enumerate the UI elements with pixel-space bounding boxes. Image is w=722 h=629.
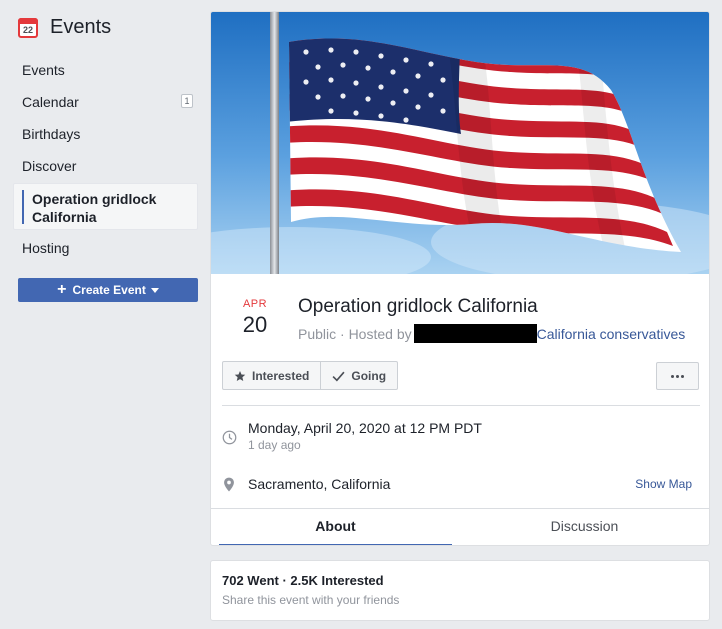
checkmark-icon [332,371,345,382]
divider [222,405,700,406]
event-host-line: Public · Hosted by California conservati… [298,324,685,343]
event-relative-time: 1 day ago [248,438,301,452]
share-prompt: Share this event with your friends [222,593,400,607]
tab-about[interactable]: About [219,509,452,545]
plus-icon: + [57,281,67,298]
tab-discussion[interactable]: Discussion [468,509,701,545]
event-cover-photo[interactable] [211,12,709,274]
calendar-icon: 22 [18,17,38,38]
sidebar-item-calendar[interactable]: Calendar [22,94,79,110]
american-flag-icon [211,12,709,274]
show-map-link[interactable]: Show Map [635,477,692,491]
event-tabs: About Discussion [211,508,709,545]
events-sidebar: 22 Events Events Calendar 1 Birthdays Di… [0,0,206,629]
rsvp-button-group: Interested Going [222,361,399,390]
attendance-summary[interactable]: 702 Went · 2.5K Interested [222,573,384,588]
sidebar-item-current-event-label: Operation gridlock California [32,191,157,225]
event-card: APR 20 Operation gridlock California Pub… [210,11,710,546]
sidebar-header: 22 Events [18,16,111,39]
star-icon [234,370,246,381]
host-link[interactable]: California conservatives [537,326,686,342]
event-location[interactable]: Sacramento, California [248,476,390,492]
event-datetime: Monday, April 20, 2020 at 12 PM PDT [248,420,482,436]
sidebar-item-events[interactable]: Events [22,62,65,78]
more-options-button[interactable] [656,362,699,390]
caret-down-icon [150,287,159,293]
more-dots-icon [671,374,684,378]
calendar-count-badge: 1 [181,94,193,108]
event-day: 20 [242,312,268,337]
event-visibility: Public · Hosted by [298,325,412,342]
sidebar-item-birthdays[interactable]: Birthdays [22,126,80,142]
map-pin-icon [224,477,234,492]
redacted-host-name [413,324,537,343]
sidebar-item-hosting[interactable]: Hosting [22,240,69,256]
event-title: Operation gridlock California [298,296,538,317]
event-date-block: APR 20 [233,298,277,338]
sidebar-title: Events [50,16,112,38]
going-button[interactable]: Going [320,362,397,389]
interested-button[interactable]: Interested [223,362,320,389]
attendance-card: 702 Went · 2.5K Interested Share this ev… [210,560,710,621]
sidebar-item-current-event[interactable]: Operation gridlock California [13,183,198,230]
event-month: APR [242,298,268,310]
create-event-label: Create Event [72,283,146,297]
clock-icon [222,430,237,445]
sidebar-item-discover[interactable]: Discover [22,158,76,174]
create-event-button[interactable]: + Create Event [18,278,198,302]
